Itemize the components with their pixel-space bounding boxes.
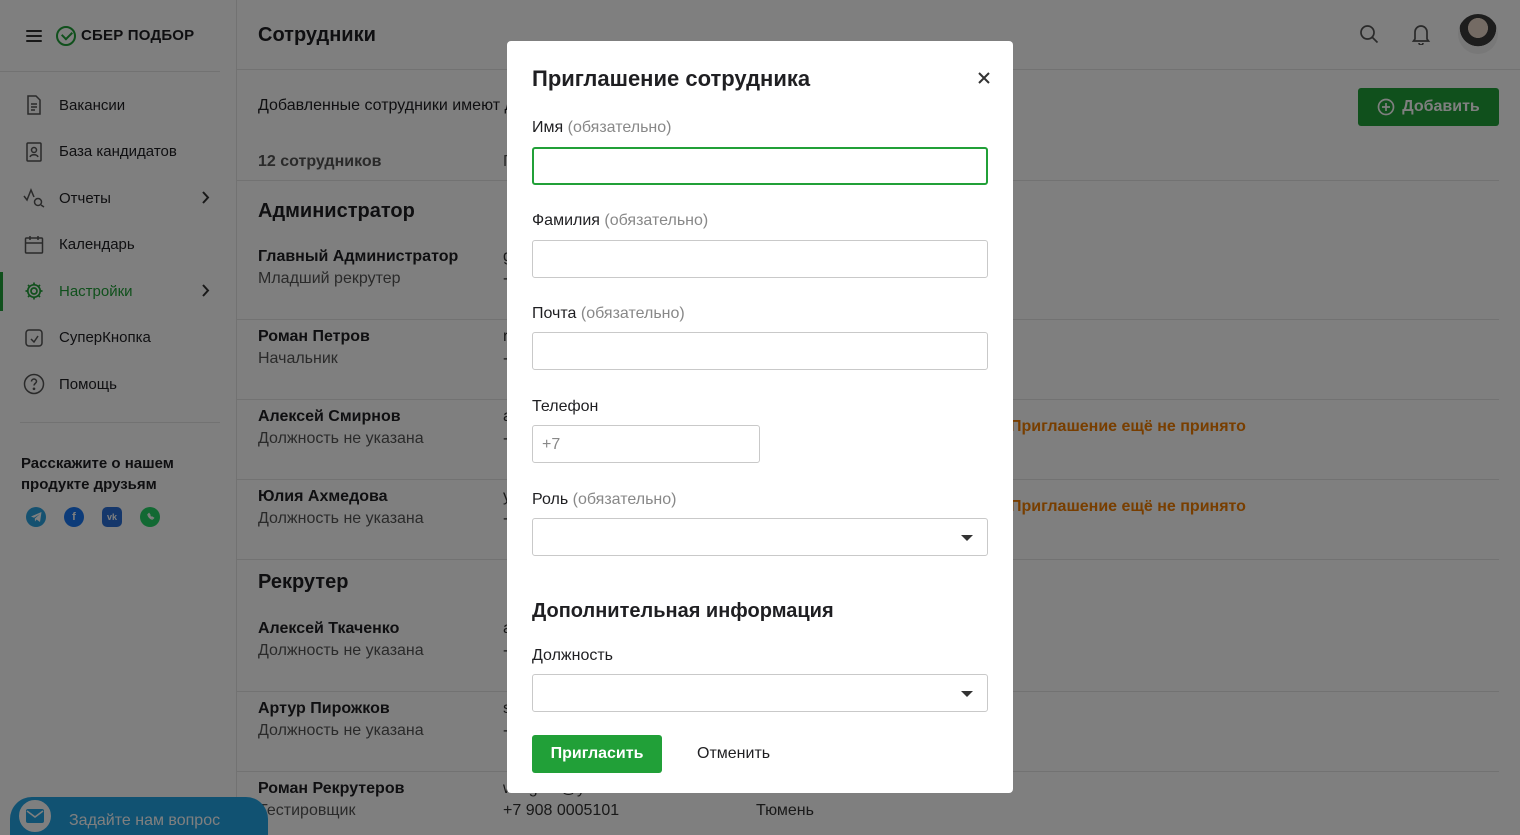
invite-employee-modal: Приглашение сотрудника Имя (обязательно)… xyxy=(507,41,1013,793)
first-name-input[interactable] xyxy=(532,147,988,185)
cancel-button[interactable]: Отменить xyxy=(697,745,770,763)
field-label-text: Фамилия xyxy=(532,212,600,229)
last-name-label: Фамилия (обязательно) xyxy=(532,212,708,230)
invite-button[interactable]: Пригласить xyxy=(532,735,662,773)
last-name-input[interactable] xyxy=(532,240,988,278)
email-input[interactable] xyxy=(532,332,988,370)
position-label: Должность xyxy=(532,647,613,664)
chevron-down-icon xyxy=(961,691,973,697)
modal-title: Приглашение сотрудника xyxy=(532,66,811,91)
phone-label: Телефон xyxy=(532,398,599,415)
field-label-text: Роль xyxy=(532,491,569,508)
close-icon[interactable] xyxy=(975,69,993,87)
required-hint: (обязательно) xyxy=(580,305,685,322)
chevron-down-icon xyxy=(961,535,973,541)
role-label: Роль (обязательно) xyxy=(532,491,676,509)
field-label-text: Имя xyxy=(532,119,564,136)
first-name-label: Имя (обязательно) xyxy=(532,119,671,137)
email-label: Почта (обязательно) xyxy=(532,305,685,323)
section-title: Дополнительная информация xyxy=(532,600,834,622)
field-label-text: Почта xyxy=(532,305,577,322)
phone-input[interactable]: +7 xyxy=(532,425,760,463)
required-hint: (обязательно) xyxy=(572,491,677,508)
required-hint: (обязательно) xyxy=(604,212,709,229)
required-hint: (обязательно) xyxy=(567,119,672,136)
role-select[interactable] xyxy=(532,518,988,556)
position-select[interactable] xyxy=(532,674,988,712)
